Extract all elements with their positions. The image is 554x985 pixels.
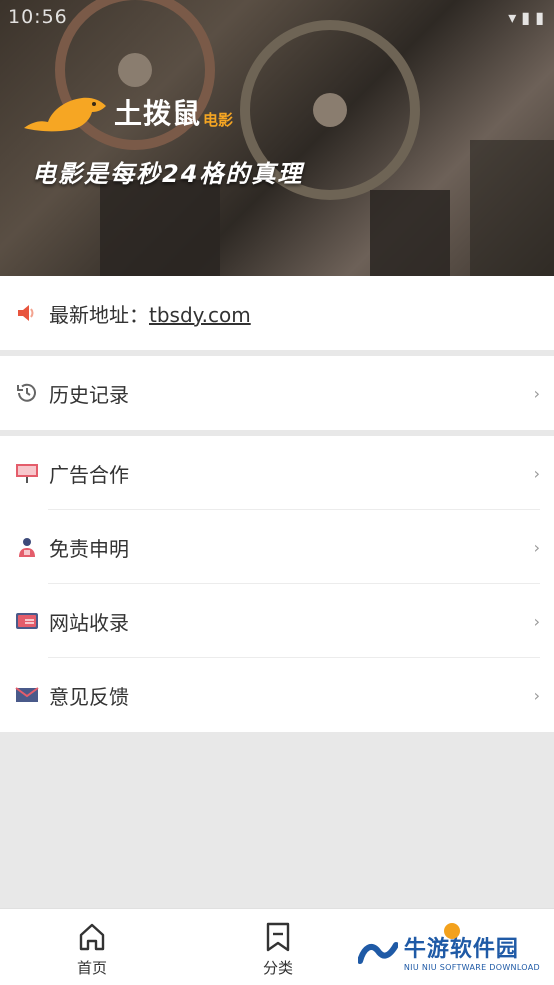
chevron-right-icon: ›	[533, 612, 540, 631]
menu-label: 网站收录	[49, 610, 129, 635]
menu-item-disclaimer[interactable]: 免责申明 ›	[0, 510, 554, 584]
header-banner: 10:56 ▾ ▮ ▮ 土拨鼠 电影 电影是每秒24格的真理	[0, 0, 554, 276]
address-prefix: 最新地址：	[49, 302, 149, 327]
chevron-right-icon: ›	[533, 686, 540, 705]
menu-section: 广告合作 › 免责申明 › 网站收录 › 意见反馈 ›	[0, 436, 554, 732]
menu-item-feedback[interactable]: 意见反馈 ›	[0, 658, 554, 732]
address-text: 最新地址：tbsdy.com	[49, 299, 251, 328]
app-logo: 土拨鼠 电影	[22, 92, 233, 132]
menu-label: 意见反馈	[49, 684, 129, 709]
tab-home[interactable]: 首页	[52, 921, 132, 978]
history-row[interactable]: 历史记录 ›	[0, 356, 554, 430]
brand-sub: 电影	[203, 110, 234, 129]
address-row[interactable]: 最新地址：tbsdy.com	[0, 276, 554, 350]
speaker-icon	[15, 301, 39, 325]
menu-item-site-index[interactable]: 网站收录 ›	[0, 584, 554, 658]
menu-label: 免责申明	[49, 536, 129, 561]
watermark-logo-icon	[357, 941, 398, 964]
brand-name: 土拨鼠	[114, 97, 202, 130]
menu-label: 广告合作	[49, 462, 129, 487]
address-link[interactable]: tbsdy.com	[149, 303, 251, 327]
tab-home-label: 首页	[76, 959, 107, 977]
watermark-cn: 牛游软件园	[403, 937, 519, 962]
mail-icon	[15, 683, 39, 707]
person-icon	[15, 535, 39, 559]
chevron-right-icon: ›	[533, 464, 540, 483]
tab-mine-dot	[443, 923, 460, 939]
gopher-logo-icon	[24, 97, 106, 132]
history-label: 历史记录	[49, 382, 129, 407]
tab-category-label: 分类	[262, 959, 293, 977]
banner-slogan: 电影是每秒24格的真理	[32, 160, 304, 188]
history-section: 历史记录 ›	[0, 356, 554, 430]
bottom-tab-bar: 首页 分类 牛游软件园 NIU NIU SOFTWARE DOWNLOAD	[0, 908, 554, 985]
status-time: 10:56	[8, 6, 68, 28]
clock-history-icon	[15, 381, 39, 405]
address-section: 最新地址：tbsdy.com	[0, 276, 554, 350]
status-icons: ▾ ▮ ▮	[508, 8, 544, 27]
watermark: 牛游软件园 NIU NIU SOFTWARE DOWNLOAD	[357, 923, 540, 972]
watermark-en: NIU NIU SOFTWARE DOWNLOAD	[403, 963, 540, 972]
menu-item-ad[interactable]: 广告合作 ›	[0, 436, 554, 510]
chevron-right-icon: ›	[533, 384, 540, 403]
billboard-icon	[15, 461, 39, 485]
folder-icon	[15, 609, 39, 633]
home-icon	[79, 923, 105, 951]
tab-category[interactable]: 分类	[238, 921, 318, 978]
chevron-right-icon: ›	[533, 538, 540, 557]
bookmark-icon	[266, 922, 290, 952]
